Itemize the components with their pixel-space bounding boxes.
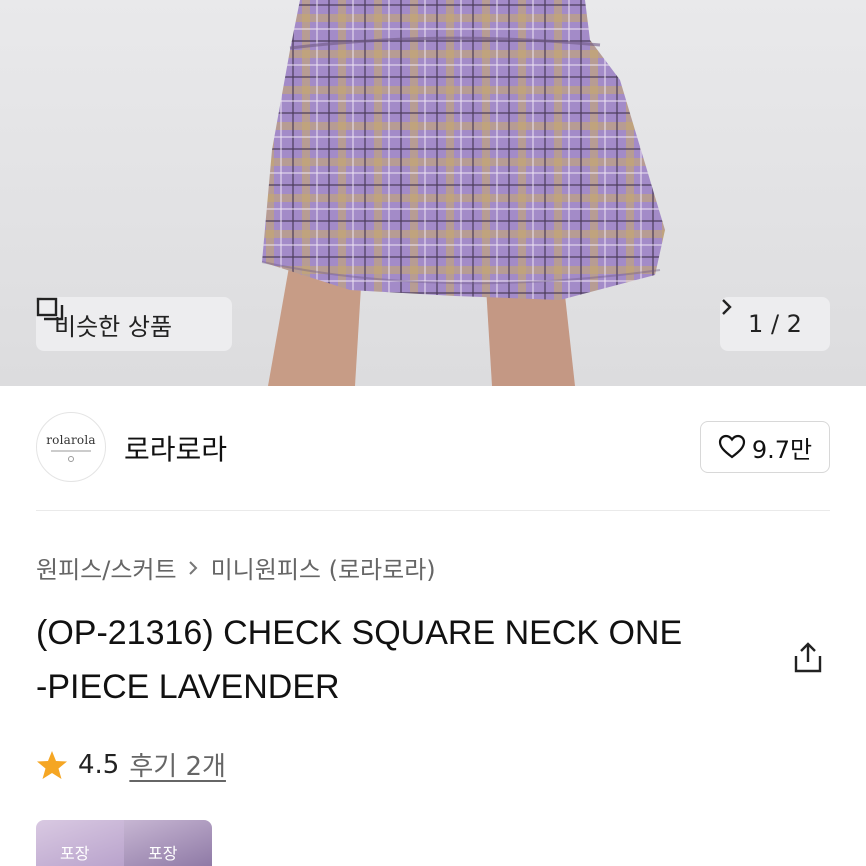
shop-logo[interactable]: rolarola (36, 412, 106, 482)
heart-icon (718, 434, 745, 459)
breadcrumb-subcategory[interactable]: 미니원피스 (로라로라) (211, 550, 436, 585)
like-button[interactable]: 9.7만 (700, 421, 830, 473)
review-thumbnail[interactable]: 포장 (36, 820, 124, 866)
similar-icon (36, 297, 64, 321)
share-icon[interactable] (790, 640, 826, 676)
product-image[interactable]: 비슷한 상품 1 / 2 (0, 0, 866, 386)
chevron-right-icon (722, 299, 732, 315)
rating-row: 4.5 후기 2개 (36, 746, 226, 783)
star-icon (37, 750, 67, 779)
shop-logo-text: rolarola (46, 432, 96, 447)
image-pager[interactable]: 1 / 2 (720, 297, 830, 351)
chevron-right-icon (188, 560, 197, 575)
section-divider (36, 510, 830, 511)
review-thumbnail[interactable]: 포장 (124, 820, 212, 866)
breadcrumb-category[interactable]: 원피스/스커트 (36, 550, 177, 585)
shop-logo-underline (51, 449, 91, 452)
reviews-link[interactable]: 후기 2개 (129, 746, 226, 783)
thumbnail-label: 포장 (148, 844, 178, 863)
similar-products-button[interactable]: 비슷한 상품 (36, 297, 232, 351)
review-thumbnails[interactable]: 포장 포장 (36, 820, 212, 866)
rating-score: 4.5 (78, 749, 120, 780)
shop-name[interactable]: 로라로라 (124, 428, 227, 468)
thumbnail-label: 포장 (60, 844, 90, 863)
breadcrumb: 원피스/스커트 미니원피스 (로라로라) (36, 550, 436, 585)
product-title-line1: (OP-21316) CHECK SQUARE NECK ONE (36, 614, 683, 652)
like-count: 9.7만 (751, 435, 813, 464)
shop-logo-mark (68, 455, 74, 462)
pager-text: 1 / 2 (748, 310, 802, 338)
similar-products-label: 비슷한 상품 (54, 312, 173, 341)
product-title-line2: -PIECE LAVENDER (36, 668, 340, 706)
product-title: (OP-21316) CHECK SQUARE NECK ONE -PIECE … (36, 606, 766, 714)
